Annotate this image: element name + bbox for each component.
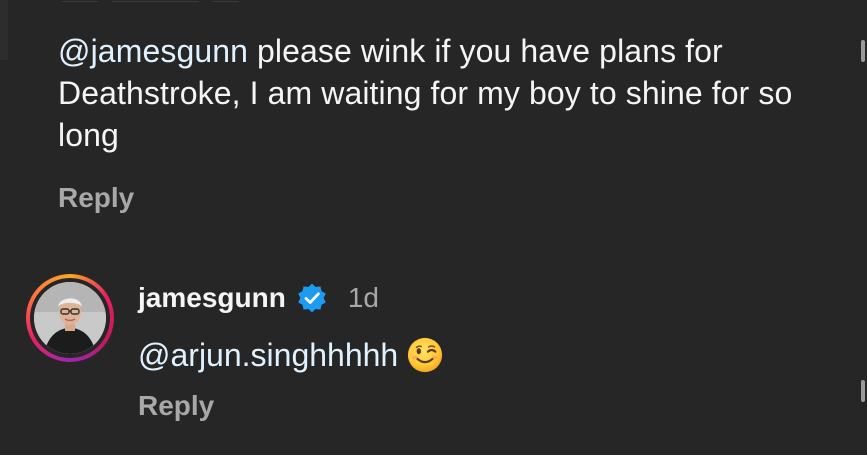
username-link[interactable]: jamesgunn: [138, 282, 286, 314]
comment-text: @jamesgunn please wink if you have plans…: [58, 30, 838, 156]
reply-body: jamesgunn 1d @arjun.singhhhhh Reply: [138, 278, 818, 422]
reply-text: @arjun.singhhhhh: [138, 334, 818, 376]
left-edge-rail: [0, 0, 8, 60]
comment-meta: jamesgunn 1d: [138, 278, 818, 318]
comment-timestamp: 1d: [347, 282, 379, 313]
reply-button[interactable]: Reply: [138, 390, 214, 422]
comment-mention-link[interactable]: @jamesgunn: [58, 33, 248, 69]
clipped-previous-line: [60, 0, 340, 2]
avatar-story-ring[interactable]: [26, 274, 114, 362]
winking-face-icon: [408, 337, 443, 373]
scroll-indicator[interactable]: [857, 40, 865, 420]
comment-reply: jamesgunn 1d @arjun.singhhhhh Reply: [26, 274, 826, 444]
comment-parent: @jamesgunn please wink if you have plans…: [58, 30, 838, 214]
reply-button[interactable]: Reply: [58, 182, 134, 214]
avatar[interactable]: [34, 282, 106, 354]
verified-badge-icon: [298, 283, 326, 313]
avatar-image: [34, 282, 106, 354]
reply-mention-link[interactable]: @arjun.singhhhhh: [138, 334, 398, 376]
